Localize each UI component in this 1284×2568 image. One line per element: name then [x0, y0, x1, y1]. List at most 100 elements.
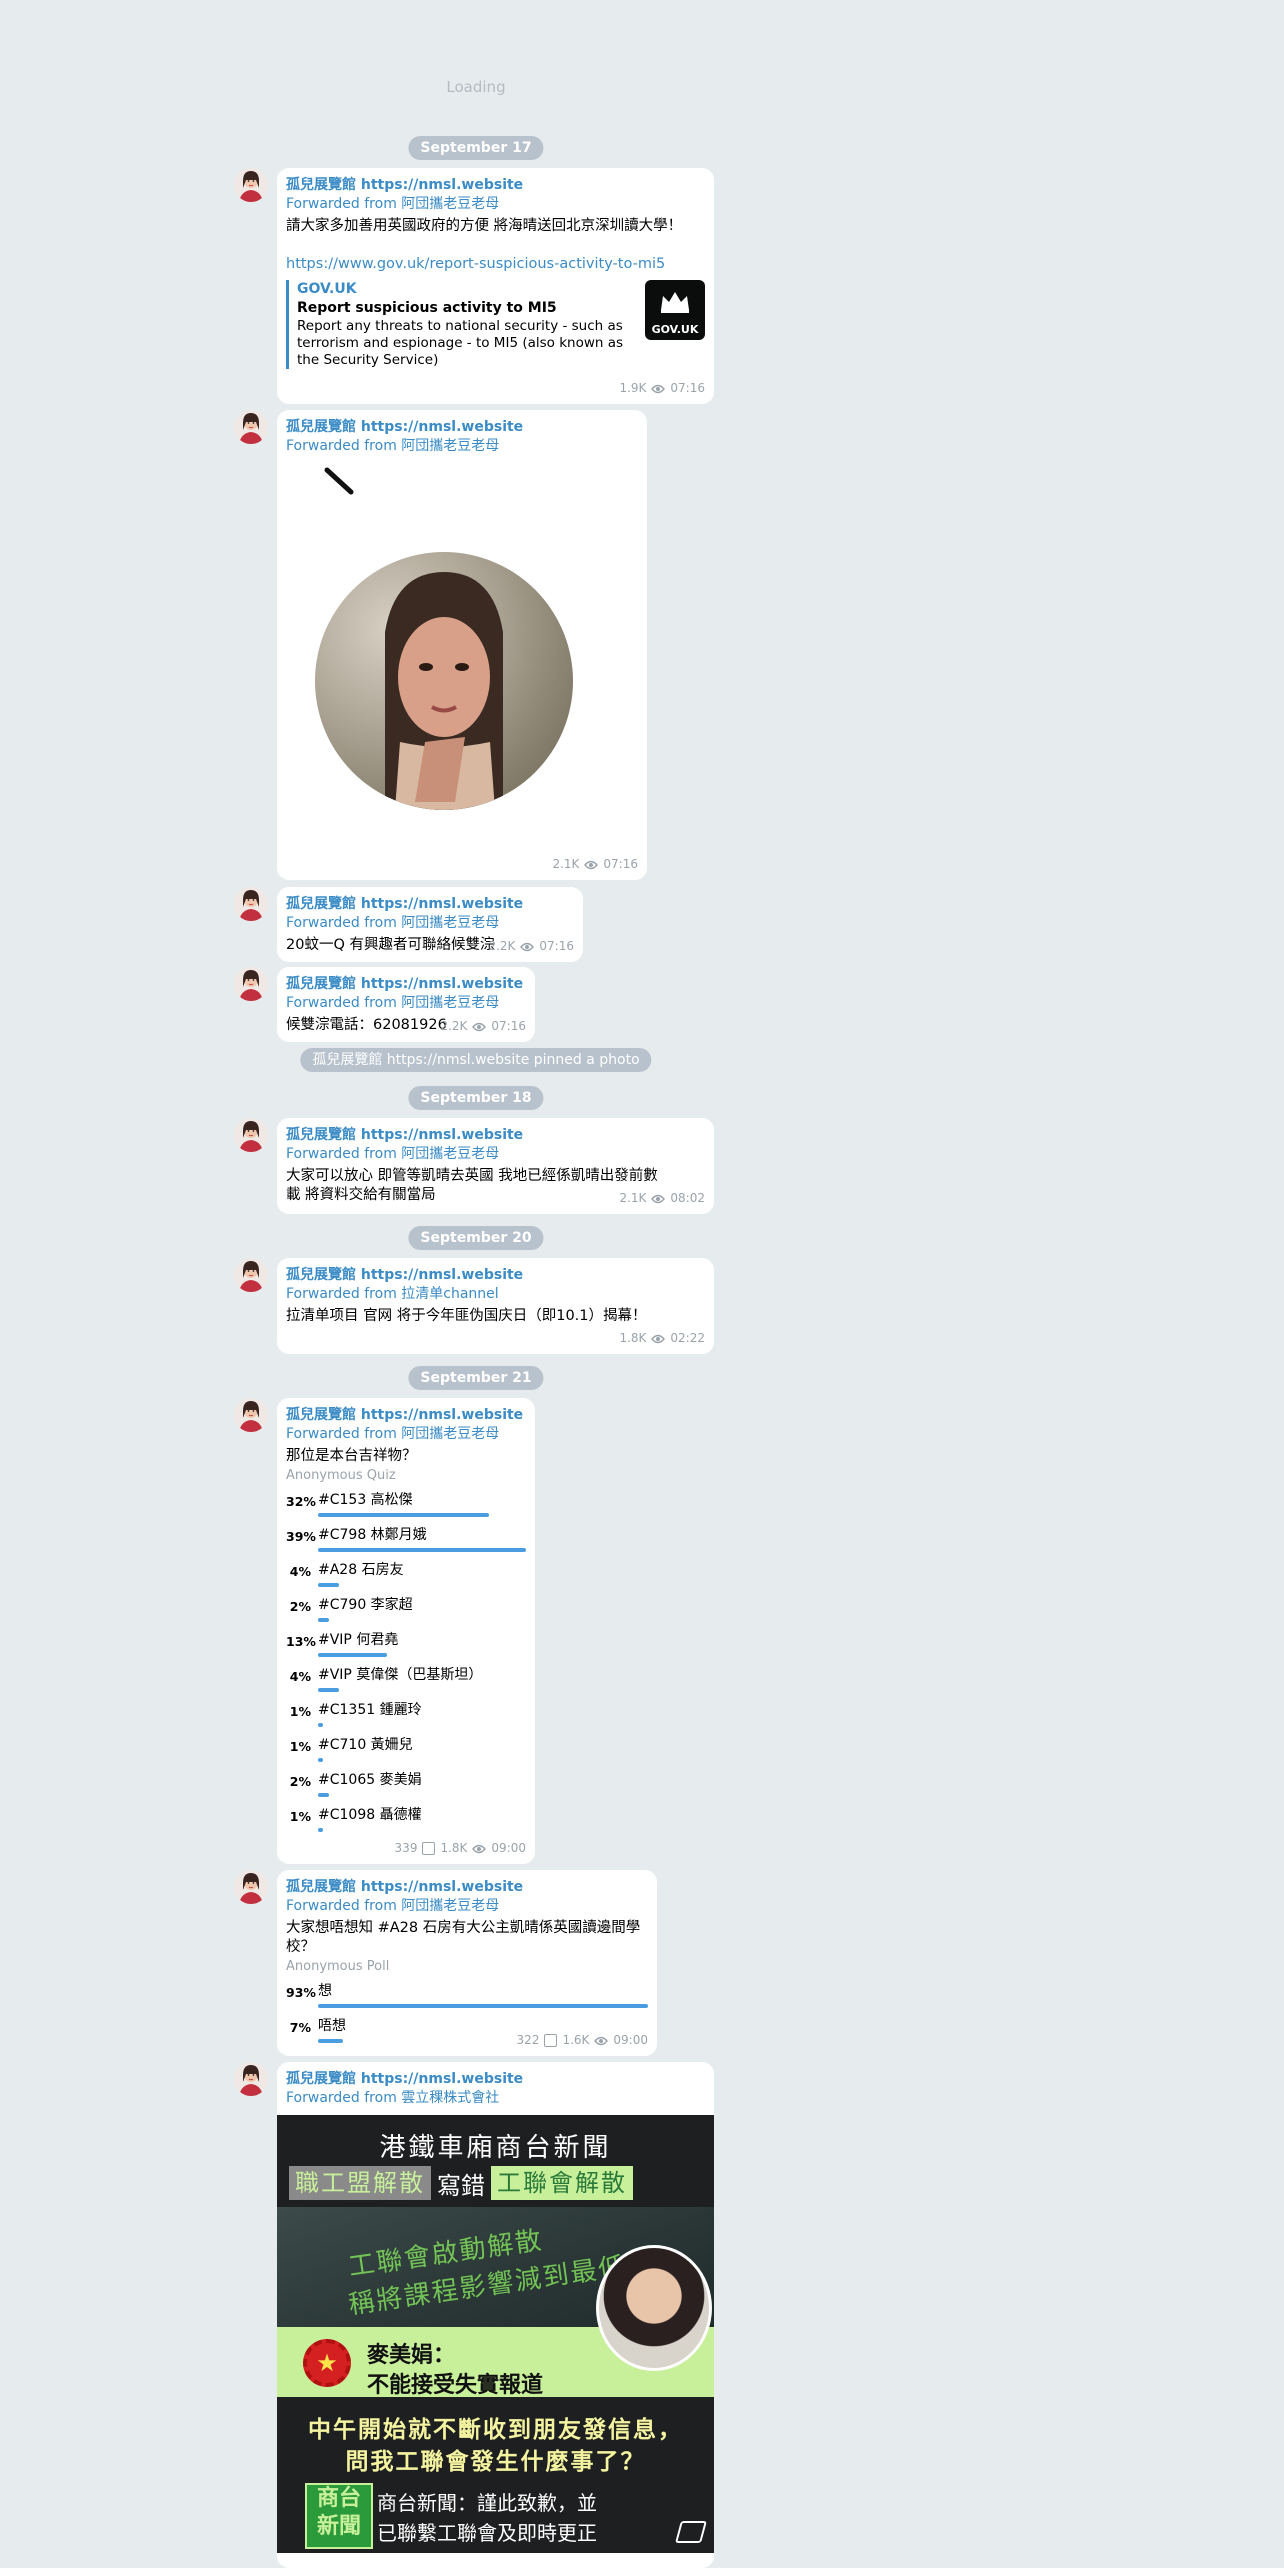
message-bubble[interactable]: 孤兒展覽館 https://nmsl.website Forwarded fro… [277, 1258, 714, 1354]
poll-option[interactable]: 1% #C710 黃姍兒 [286, 1734, 526, 1769]
preview-site: GOV.UK [297, 281, 357, 297]
forwarded-from[interactable]: Forwarded from 雲立稞株式會社 [286, 2089, 705, 2108]
poll-option-bar [318, 1513, 489, 1517]
preview-description: Report any threats to national security … [297, 318, 624, 368]
speaker-portrait [596, 2245, 712, 2371]
gov-uk-crown-icon: GOV.UK [645, 280, 705, 340]
poll-option[interactable]: 13% #VIP 何君堯 [286, 1629, 526, 1664]
sender-name[interactable]: 孤兒展覽館 https://nmsl.website [286, 2070, 705, 2089]
message-bubble[interactable]: 孤兒展覽館 https://nmsl.website Forwarded fro… [277, 967, 535, 1042]
poll-option-percent: 2% [289, 1599, 311, 1614]
avatar[interactable] [234, 1118, 268, 1152]
news-body-1: 中午開始就不斷收到朋友發信息， [308, 2417, 683, 2443]
eye-icon [584, 860, 599, 869]
eye-icon [472, 1844, 487, 1853]
poll-option-bar [318, 2039, 343, 2043]
poll-option-label: 唔想 [318, 2018, 346, 2034]
message-bubble[interactable]: 孤兒展覽館 https://nmsl.website Forwarded fro… [277, 1398, 535, 1864]
forwarded-from[interactable]: Forwarded from 阿団攜老豆老母 [286, 195, 705, 214]
sender-name[interactable]: 孤兒展覽館 https://nmsl.website [286, 975, 526, 994]
poll-option-bar [318, 1583, 339, 1587]
round-video-message[interactable] [315, 552, 573, 810]
news-mid-label: 寫錯 [437, 2171, 485, 2200]
message-bubble[interactable]: 孤兒展覽館 https://nmsl.website Forwarded fro… [277, 168, 714, 404]
message-meta: 339 1.8K 09:00 [394, 1841, 526, 1855]
poll-option-bar [318, 1793, 329, 1797]
poll-option-percent: 2% [289, 1774, 311, 1789]
message-text: 請大家多加善用英國政府的方便 將海晴送回北京深圳讀大學！ [286, 218, 683, 234]
message-text: 拉清单项目 官网 将于今年匪伪国庆日（即10.1）揭幕！ [286, 1308, 647, 1324]
avatar[interactable] [234, 2062, 268, 2096]
message-meta: 2.2K 07:16 [440, 1019, 526, 1033]
poll-option-percent: 1% [289, 1739, 311, 1754]
forwarded-from[interactable]: Forwarded from 阿団攜老豆老母 [286, 994, 526, 1013]
pinned-service-message[interactable]: 孤兒展覽館 https://nmsl.website pinned a phot… [300, 1048, 652, 1072]
message-bubble[interactable]: 孤兒展覽館 https://nmsl.website Forwarded fro… [277, 410, 647, 880]
message-link[interactable]: https://www.gov.uk/report-suspicious-act… [286, 255, 705, 274]
poll-option-percent: 4% [289, 1669, 311, 1684]
poll-type: Anonymous Quiz [286, 1468, 396, 1483]
link-preview[interactable]: GOV.UK Report suspicious activity to MI5… [286, 280, 705, 369]
poll-option[interactable]: 1% #C1098 聶德權 [286, 1804, 526, 1839]
poll-option[interactable]: 39% #C798 林鄭月娥 [286, 1524, 526, 1559]
poll-option[interactable]: 4% #VIP 莫偉傑（巴基斯坦） [286, 1664, 526, 1699]
message-bubble[interactable]: 孤兒展覽館 https://nmsl.website Forwarded fro… [277, 1118, 714, 1214]
eye-icon [520, 942, 535, 951]
sender-name[interactable]: 孤兒展覽館 https://nmsl.website [286, 1406, 526, 1425]
poll-option-percent: 1% [289, 1809, 311, 1824]
sender-name[interactable]: 孤兒展覽館 https://nmsl.website [286, 1878, 648, 1897]
poll-option-label: #A28 石房友 [318, 1562, 404, 1578]
message-meta: 1.8K 02:22 [619, 1331, 705, 1345]
date-separator: September 17 [408, 136, 544, 160]
poll-option-label: #C1065 麥美娟 [318, 1772, 422, 1788]
poll-option-percent: 39% [286, 1529, 316, 1544]
loading-spinner-icon [324, 467, 354, 495]
avatar[interactable] [234, 168, 268, 202]
eye-icon [651, 384, 666, 393]
sender-name[interactable]: 孤兒展覽館 https://nmsl.website [286, 895, 574, 914]
avatar[interactable] [234, 1258, 268, 1292]
poll-option-bar [318, 1758, 323, 1762]
forwarded-from[interactable]: Forwarded from 阿団攜老豆老母 [286, 1145, 705, 1164]
forwarded-from[interactable]: Forwarded from 阿団攜老豆老母 [286, 914, 574, 933]
poll-option[interactable]: 1% #C1351 鍾麗玲 [286, 1699, 526, 1734]
poll-option[interactable]: 32% #C153 高松傑 [286, 1489, 526, 1524]
radio-logo: 商台 新聞 [305, 2483, 373, 2549]
forwarded-from[interactable]: Forwarded from 阿団攜老豆老母 [286, 1897, 648, 1916]
date-separator: September 20 [408, 1226, 544, 1250]
poll-option-label: #VIP 何君堯 [318, 1632, 399, 1648]
union-logo-icon: ★ [303, 2339, 351, 2387]
date-separator: September 18 [408, 1086, 544, 1110]
forwarded-from[interactable]: Forwarded from 阿団攜老豆老母 [286, 1425, 526, 1444]
forwarded-from[interactable]: Forwarded from 拉清单channel [286, 1285, 705, 1304]
poll-option[interactable]: 4% #A28 石房友 [286, 1559, 526, 1594]
poll-option[interactable]: 2% #C790 李家超 [286, 1594, 526, 1629]
poll-option-label: #C790 李家超 [318, 1597, 413, 1613]
poll-option-label: #C1351 鍾麗玲 [318, 1702, 422, 1718]
sender-name[interactable]: 孤兒展覽館 https://nmsl.website [286, 1126, 705, 1145]
sender-name[interactable]: 孤兒展覽館 https://nmsl.website [286, 418, 638, 437]
sender-name[interactable]: 孤兒展覽館 https://nmsl.website [286, 176, 705, 195]
message-meta: 322 1.6K 09:00 [516, 2033, 648, 2047]
poll-option[interactable]: 2% #C1065 麥美娟 [286, 1769, 526, 1804]
message-bubble[interactable]: 孤兒展覽館 https://nmsl.website Forwarded fro… [277, 1870, 657, 2056]
avatar[interactable] [234, 887, 268, 921]
poll-question: 大家想唔想知 #A28 石房有大公主凱晴係英國讀邊間學校？ [286, 1920, 641, 1955]
news-image[interactable]: 港鐵車廂商台新聞 職工盟解散 寫錯 工聯會解散 工聯會啟動解散 稱將課程影響減到… [277, 2115, 714, 2553]
message-bubble[interactable]: 孤兒展覽館 https://nmsl.website Forwarded fro… [277, 887, 583, 962]
news-footer-2: 已聯繫工聯會及即時更正 [377, 2521, 597, 2545]
avatar[interactable] [234, 1398, 268, 1432]
message-meta: 1.9K 07:16 [619, 381, 705, 395]
avatar[interactable] [234, 967, 268, 1001]
poll-option[interactable]: 93% 想 [286, 1980, 648, 2015]
poll-option-bar [318, 1828, 323, 1832]
sender-name[interactable]: 孤兒展覽館 https://nmsl.website [286, 1266, 705, 1285]
avatar[interactable] [234, 1870, 268, 1904]
avatar[interactable] [234, 410, 268, 444]
forwarded-from[interactable]: Forwarded from 阿団攜老豆老母 [286, 437, 638, 456]
poll-option-label: #C153 高松傑 [318, 1492, 413, 1508]
poll-option-percent: 13% [286, 1634, 316, 1649]
poll-option-percent: 7% [289, 2020, 311, 2035]
poll-option-percent: 1% [289, 1704, 311, 1719]
message-meta: 2.2K 07:16 [488, 939, 574, 953]
